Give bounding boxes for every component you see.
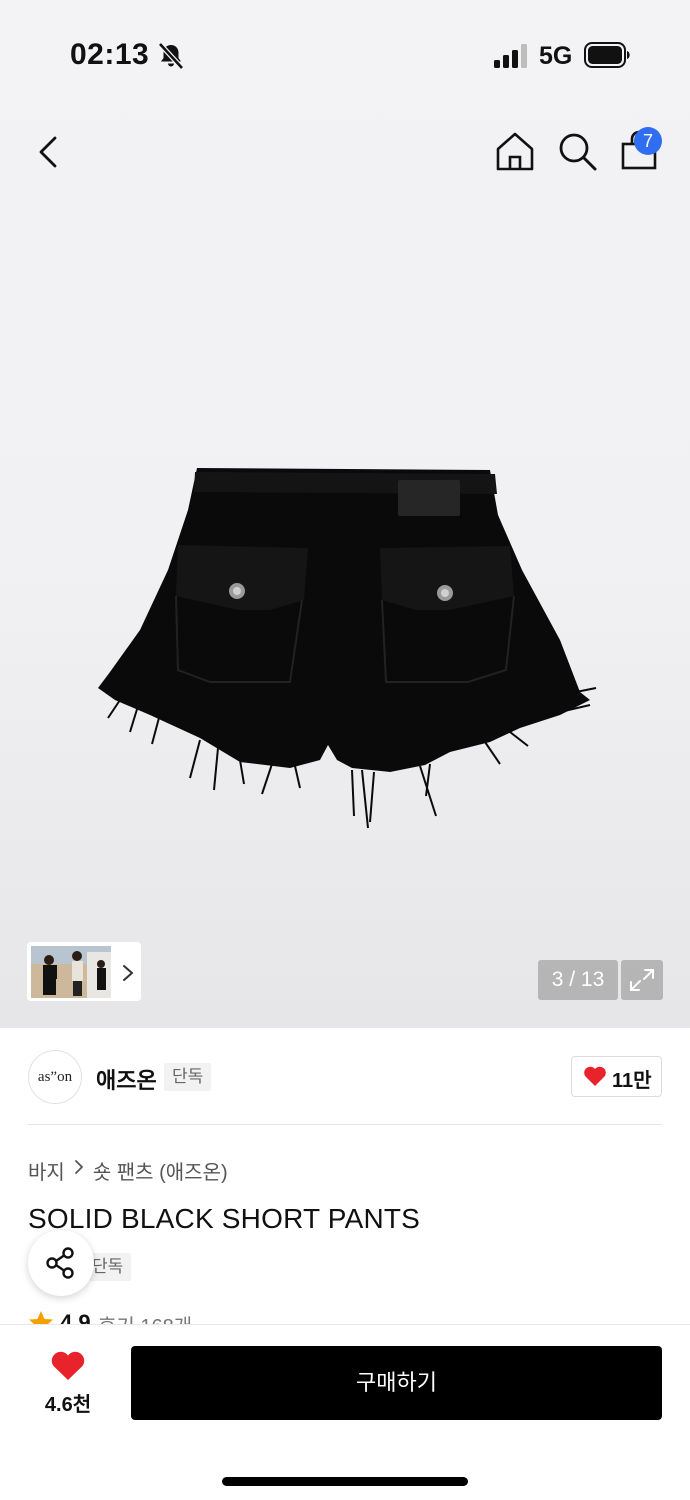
chevron-right-icon[interactable] <box>121 963 135 983</box>
expand-button[interactable] <box>621 960 663 1000</box>
back-arrow-icon[interactable] <box>30 130 70 174</box>
home-icon[interactable] <box>494 130 536 172</box>
heart-icon[interactable] <box>50 1350 86 1382</box>
breadcrumb-category[interactable]: 바지 <box>28 1156 65 1185</box>
breadcrumb: 바지 숏 팬츠 (애즈온) <box>28 1156 228 1185</box>
cart-count-badge: 7 <box>634 127 662 155</box>
chevron-right-icon <box>74 1159 83 1174</box>
buy-button[interactable]: 구매하기 <box>131 1346 662 1420</box>
expand-icon <box>630 969 654 991</box>
divider <box>28 1124 662 1125</box>
share-icon <box>46 1247 74 1279</box>
brand-name[interactable]: 애즈온 <box>96 1063 157 1095</box>
wishlist-count: 4.6천 <box>44 1394 92 1416</box>
search-icon[interactable] <box>556 130 598 172</box>
product-title: SOLID BLACK SHORT PANTS <box>28 1203 421 1234</box>
breadcrumb-subcategory[interactable]: 숏 팬츠 (애즈온) <box>93 1156 228 1185</box>
home-indicator <box>222 1477 468 1486</box>
status-time: 02:13 <box>70 38 150 71</box>
network-label: 5G <box>539 42 573 70</box>
heart-icon <box>584 1066 606 1086</box>
brand-like-count: 11만 <box>612 1070 652 1092</box>
bell-slash-icon <box>158 42 184 70</box>
signal-icon <box>494 44 527 68</box>
product-photo <box>98 468 597 829</box>
battery-icon <box>584 42 630 68</box>
status-bar: 02:13 5G <box>0 0 690 110</box>
exclusive-badge: 단독 <box>164 1063 212 1091</box>
brand-logo[interactable]: as”on <box>28 1050 82 1104</box>
thumbnail-photo <box>31 946 111 998</box>
image-counter: 3 / 13 <box>538 960 618 1000</box>
